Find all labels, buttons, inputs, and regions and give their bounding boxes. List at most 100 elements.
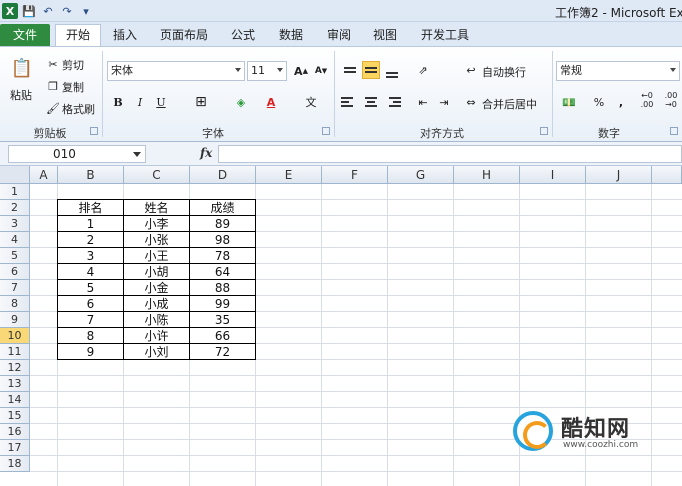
- accounting-format-icon[interactable]: 💵: [560, 93, 578, 111]
- row-header-9[interactable]: 9: [0, 312, 30, 328]
- table-cell[interactable]: 2: [57, 232, 124, 248]
- number-format-combo[interactable]: 常规: [556, 61, 680, 81]
- save-icon[interactable]: 💾: [21, 3, 37, 19]
- undo-icon[interactable]: ↶: [40, 3, 56, 19]
- table-cell[interactable]: 小李: [124, 216, 190, 232]
- decrease-indent-icon[interactable]: ⇤: [414, 93, 432, 111]
- column-header-g[interactable]: G: [388, 166, 454, 184]
- row-header-3[interactable]: 3: [0, 216, 30, 232]
- column-header-e[interactable]: E: [256, 166, 322, 184]
- align-right-icon[interactable]: [383, 93, 401, 111]
- borders-icon[interactable]: ⊞: [192, 93, 210, 111]
- tab-view[interactable]: 视图: [366, 25, 404, 46]
- row-header-12[interactable]: 12: [0, 360, 30, 376]
- copy-button[interactable]: 复制: [62, 79, 84, 95]
- table-cell[interactable]: 88: [190, 280, 256, 296]
- table-cell[interactable]: 小金: [124, 280, 190, 296]
- merge-center-button[interactable]: 合并后居中: [482, 96, 537, 112]
- copy-icon[interactable]: ❐: [44, 77, 62, 95]
- cut-button[interactable]: 剪切: [62, 57, 84, 73]
- font-name-combo[interactable]: 宋体: [107, 61, 245, 81]
- tab-review[interactable]: 审阅: [320, 25, 358, 46]
- align-center-icon[interactable]: [362, 93, 380, 111]
- row-header-17[interactable]: 17: [0, 440, 30, 456]
- tab-data[interactable]: 数据: [272, 25, 310, 46]
- orientation-icon[interactable]: ⇗: [414, 61, 432, 79]
- row-header-1[interactable]: 1: [0, 184, 30, 200]
- font-color-icon[interactable]: A: [262, 93, 280, 111]
- tab-home[interactable]: 开始: [55, 24, 101, 46]
- format-painter-icon[interactable]: 🖌: [44, 99, 62, 117]
- table-cell[interactable]: 小许: [124, 328, 190, 344]
- tab-file[interactable]: 文件: [0, 24, 50, 46]
- decrease-decimal-icon[interactable]: .00 →0: [660, 91, 682, 109]
- column-header-a[interactable]: A: [30, 166, 58, 184]
- table-cell[interactable]: 7: [57, 312, 124, 328]
- redo-icon[interactable]: ↷: [59, 3, 75, 19]
- row-header-5[interactable]: 5: [0, 248, 30, 264]
- table-cell[interactable]: 66: [190, 328, 256, 344]
- row-header-7[interactable]: 7: [0, 280, 30, 296]
- table-cell[interactable]: 6: [57, 296, 124, 312]
- table-cell[interactable]: 98: [190, 232, 256, 248]
- font-launcher-icon[interactable]: [322, 127, 330, 135]
- increase-indent-icon[interactable]: ⇥: [435, 93, 453, 111]
- table-cell[interactable]: 78: [190, 248, 256, 264]
- increase-decimal-icon[interactable]: ←0.00: [636, 91, 658, 109]
- table-cell[interactable]: 小成: [124, 296, 190, 312]
- format-painter-button[interactable]: 格式刷: [62, 101, 95, 117]
- row-header-10[interactable]: 10: [0, 328, 30, 344]
- table-header-cell[interactable]: 姓名: [124, 199, 190, 216]
- table-cell[interactable]: 1: [57, 216, 124, 232]
- table-cell[interactable]: 4: [57, 264, 124, 280]
- tab-developer[interactable]: 开发工具: [414, 25, 476, 46]
- table-cell[interactable]: 35: [190, 312, 256, 328]
- wrap-text-icon[interactable]: ↩: [462, 61, 480, 79]
- cut-icon[interactable]: ✂: [44, 55, 62, 73]
- column-header-h[interactable]: H: [454, 166, 520, 184]
- clipboard-launcher-icon[interactable]: [90, 127, 98, 135]
- align-top-icon[interactable]: [341, 61, 359, 79]
- bold-icon[interactable]: B: [109, 93, 127, 111]
- shrink-font-icon[interactable]: A ▼: [312, 62, 330, 80]
- tab-formulas[interactable]: 公式: [224, 25, 262, 46]
- alignment-launcher-icon[interactable]: [540, 127, 548, 135]
- table-cell[interactable]: 89: [190, 216, 256, 232]
- align-middle-icon[interactable]: [362, 61, 380, 79]
- fill-color-icon[interactable]: ◈: [232, 93, 250, 111]
- table-cell[interactable]: 3: [57, 248, 124, 264]
- column-header-j[interactable]: J: [586, 166, 652, 184]
- paste-icon[interactable]: 📋: [10, 55, 34, 81]
- phonetic-icon[interactable]: 文: [302, 93, 320, 111]
- align-bottom-icon[interactable]: [383, 61, 401, 79]
- table-cell[interactable]: 5: [57, 280, 124, 296]
- row-header-18[interactable]: 18: [0, 456, 30, 472]
- row-header-14[interactable]: 14: [0, 392, 30, 408]
- column-header-b[interactable]: B: [58, 166, 124, 184]
- row-header-6[interactable]: 6: [0, 264, 30, 280]
- font-size-combo[interactable]: 11: [247, 61, 287, 81]
- row-header-2[interactable]: 2: [0, 200, 30, 216]
- name-box[interactable]: 010: [8, 145, 146, 163]
- comma-style-icon[interactable]: ,: [612, 93, 630, 111]
- paste-button-label[interactable]: 粘贴: [10, 87, 32, 103]
- formula-input[interactable]: [218, 145, 682, 163]
- wrap-text-button[interactable]: 自动换行: [482, 64, 526, 80]
- align-left-icon[interactable]: [341, 93, 359, 111]
- row-header-15[interactable]: 15: [0, 408, 30, 424]
- tab-insert[interactable]: 插入: [106, 25, 144, 46]
- table-header-cell[interactable]: 排名: [57, 199, 124, 216]
- number-launcher-icon[interactable]: [670, 127, 678, 135]
- table-cell[interactable]: 8: [57, 328, 124, 344]
- table-cell[interactable]: 小王: [124, 248, 190, 264]
- row-header-13[interactable]: 13: [0, 376, 30, 392]
- column-header-c[interactable]: C: [124, 166, 190, 184]
- table-cell[interactable]: 72: [190, 344, 256, 360]
- select-all-corner[interactable]: [0, 166, 30, 184]
- grow-font-icon[interactable]: A ▲: [292, 62, 310, 80]
- table-cell[interactable]: 小刘: [124, 344, 190, 360]
- italic-icon[interactable]: I: [131, 93, 149, 111]
- row-header-11[interactable]: 11: [0, 344, 30, 360]
- table-cell[interactable]: 64: [190, 264, 256, 280]
- row-header-8[interactable]: 8: [0, 296, 30, 312]
